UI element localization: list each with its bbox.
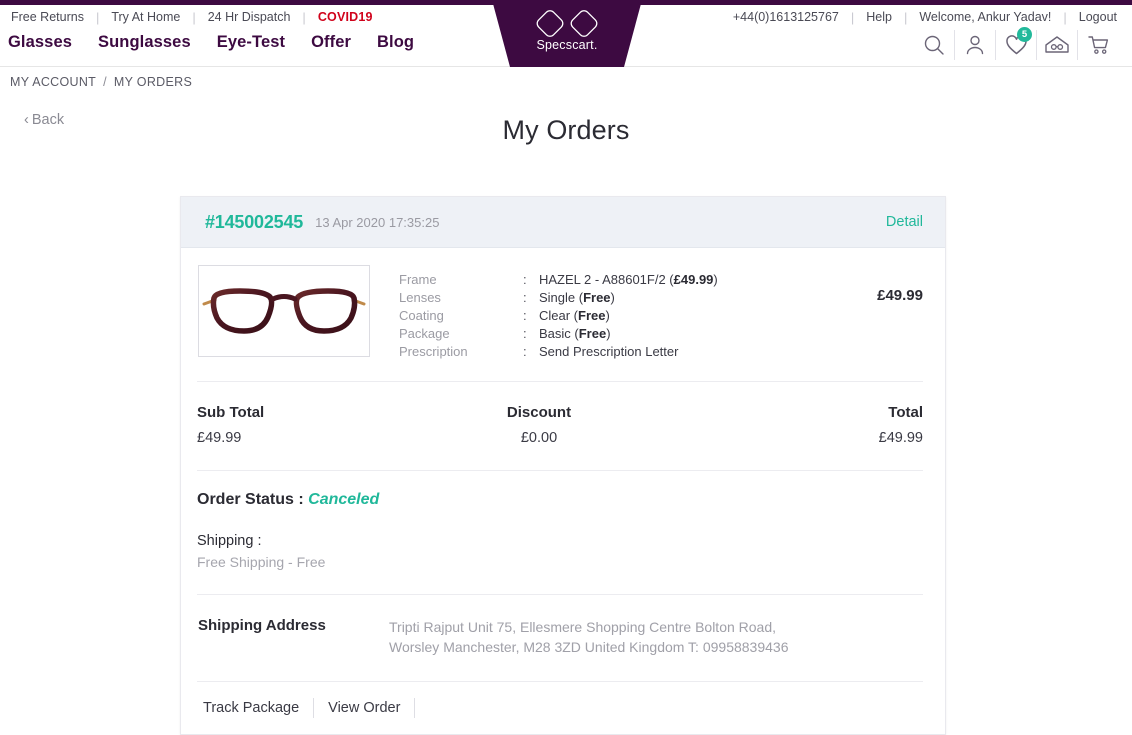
spec-row: Prescription : Send Prescription Letter xyxy=(399,343,877,361)
site-logo[interactable]: Specscart. xyxy=(492,0,642,67)
utility-link-help[interactable]: Help xyxy=(865,10,893,24)
utility-link-24-hr-dispatch[interactable]: 24 Hr Dispatch xyxy=(207,10,292,24)
spec-value-lenses: Single (Free) xyxy=(539,290,615,305)
order-card-header: #145002545 13 Apr 2020 17:35:25 Detail xyxy=(181,197,945,248)
spec-value-coating: Clear (Free) xyxy=(539,308,610,323)
spec-label-coating: Coating xyxy=(399,308,444,323)
logo-wordmark: Specscart. xyxy=(536,38,598,52)
wishlist-count-badge: 5 xyxy=(1017,27,1032,42)
spec-label-prescription: Prescription xyxy=(399,344,468,359)
spec-value-frame: HAZEL 2 - A88601F/2 (£49.99) xyxy=(539,272,718,287)
order-card-body: Frame : HAZEL 2 - A88601F/2 (£49.99) Len… xyxy=(181,248,945,682)
product-thumbnail[interactable] xyxy=(198,265,370,357)
shopping-cart-icon xyxy=(1087,36,1108,54)
home-tryon-button[interactable] xyxy=(1036,30,1077,60)
order-card: #145002545 13 Apr 2020 17:35:25 Detail F… xyxy=(180,196,946,735)
header-icon-row: 5 xyxy=(913,27,1118,60)
total-sub-total: Sub Total £49.99 xyxy=(197,404,425,446)
product-spec-list: Frame : HAZEL 2 - A88601F/2 (£49.99) Len… xyxy=(399,271,877,361)
utility-link-logout[interactable]: Logout xyxy=(1078,10,1118,24)
search-icon xyxy=(924,35,944,55)
utility-divider: | xyxy=(302,9,306,25)
utility-bar-right: +44(0)1613125767 | Help | Welcome, Ankur… xyxy=(732,6,1118,28)
spec-colon: : xyxy=(523,308,527,323)
product-price: £49.99 xyxy=(877,287,923,304)
total-value-discount: £0.00 xyxy=(520,430,558,446)
view-order-button[interactable]: View Order xyxy=(314,698,416,718)
spec-colon: : xyxy=(523,344,527,359)
utility-divider: | xyxy=(95,9,100,25)
order-status-label: Order Status : xyxy=(197,491,304,508)
shipping-address-line1: Tripti Rajput Unit 75, Ellesmere Shoppin… xyxy=(389,619,777,635)
spec-label-package: Package xyxy=(399,326,450,341)
spec-row: Coating : Clear (Free) xyxy=(399,307,877,325)
utility-link-free-returns[interactable]: Free Returns xyxy=(10,10,85,24)
spec-colon: : xyxy=(523,326,527,341)
total-label-grand-total: Total xyxy=(888,404,923,421)
total-label-discount: Discount xyxy=(506,404,572,421)
cart-button[interactable] xyxy=(1077,30,1118,60)
wishlist-button[interactable]: 5 xyxy=(995,27,1036,60)
spec-label-lenses: Lenses xyxy=(399,290,441,305)
nav-item-blog[interactable]: Blog xyxy=(377,33,414,52)
shipping-address-label: Shipping Address xyxy=(198,617,326,634)
top-accent-strip xyxy=(0,0,1132,5)
utility-link-covid19[interactable]: COVID19 xyxy=(317,10,374,24)
site-header: Free Returns | Try At Home | 24 Hr Dispa… xyxy=(0,0,1132,67)
home-tryon-icon xyxy=(1045,36,1069,53)
eyeglasses-icon xyxy=(202,288,366,334)
search-button[interactable] xyxy=(913,30,954,60)
main-navigation: Glasses Sunglasses Eye-Test Offer Blog xyxy=(8,33,414,52)
utility-divider: | xyxy=(903,9,908,25)
nav-item-glasses[interactable]: Glasses xyxy=(8,33,72,52)
order-date: 13 Apr 2020 17:35:25 xyxy=(315,214,440,230)
utility-divider: | xyxy=(1063,9,1067,25)
status-badge: Canceled xyxy=(308,491,380,508)
total-value-grand-total: £49.99 xyxy=(878,430,923,446)
utility-link-try-at-home[interactable]: Try At Home xyxy=(110,10,181,24)
breadcrumb-item-my-account[interactable]: MY ACCOUNT xyxy=(10,75,96,89)
utility-divider: | xyxy=(850,9,855,25)
nav-item-eye-test[interactable]: Eye-Test xyxy=(217,33,285,52)
order-card-footer: Track Package View Order xyxy=(181,682,945,734)
spec-value-package: Basic (Free) xyxy=(539,326,611,341)
spec-value-prescription: Send Prescription Letter xyxy=(539,344,679,359)
nav-item-sunglasses[interactable]: Sunglasses xyxy=(98,33,191,52)
nav-item-offer[interactable]: Offer xyxy=(311,33,351,52)
total-label-sub-total: Sub Total xyxy=(197,404,265,421)
shipping-address-line2: Worsley Manchester, M28 3ZD United Kingd… xyxy=(389,639,789,655)
spec-row: Package : Basic (Free) xyxy=(399,325,877,343)
page-title: My Orders xyxy=(502,115,630,145)
utility-divider: | xyxy=(192,9,196,25)
total-discount: Discount £0.00 xyxy=(425,404,695,446)
utility-bar-left: Free Returns | Try At Home | 24 Hr Dispa… xyxy=(10,6,374,28)
product-row: Frame : HAZEL 2 - A88601F/2 (£49.99) Len… xyxy=(197,248,923,382)
breadcrumb-separator: / xyxy=(103,75,107,89)
track-package-button[interactable]: Track Package xyxy=(189,698,315,718)
spec-label-frame: Frame xyxy=(399,272,437,287)
shipping-address-value: Tripti Rajput Unit 75, Ellesmere Shoppin… xyxy=(389,617,789,657)
utility-link-welcome-user[interactable]: Welcome, Ankur Yadav! xyxy=(918,10,1052,24)
shipping-address-block: Shipping Address Tripti Rajput Unit 75, … xyxy=(197,595,923,682)
order-detail-link[interactable]: Detail xyxy=(886,214,923,230)
user-account-icon xyxy=(966,35,984,55)
account-button[interactable] xyxy=(954,30,995,60)
spec-colon: : xyxy=(523,272,527,287)
spec-colon: : xyxy=(523,290,527,305)
spec-row: Lenses : Single (Free) xyxy=(399,289,877,307)
order-status: Order Status : Canceled xyxy=(197,491,923,509)
total-grand-total: Total £49.99 xyxy=(695,404,923,446)
total-value-sub-total: £49.99 xyxy=(197,430,242,446)
specscart-logo-icon xyxy=(536,10,598,37)
breadcrumb-item-my-orders[interactable]: MY ORDERS xyxy=(114,75,192,89)
order-status-block: Order Status : Canceled Shipping : Free … xyxy=(197,471,923,595)
utility-link-phone-number[interactable]: +44(0)1613125767 xyxy=(732,10,840,24)
order-number: #145002545 xyxy=(205,211,304,232)
shipping-method-label: Shipping : xyxy=(197,533,262,549)
order-totals: Sub Total £49.99 Discount £0.00 Total £4… xyxy=(197,382,923,471)
spec-row: Frame : HAZEL 2 - A88601F/2 (£49.99) xyxy=(399,271,877,289)
breadcrumb: MY ACCOUNT / MY ORDERS xyxy=(10,75,192,89)
shipping-method-value: Free Shipping - Free xyxy=(197,554,326,570)
